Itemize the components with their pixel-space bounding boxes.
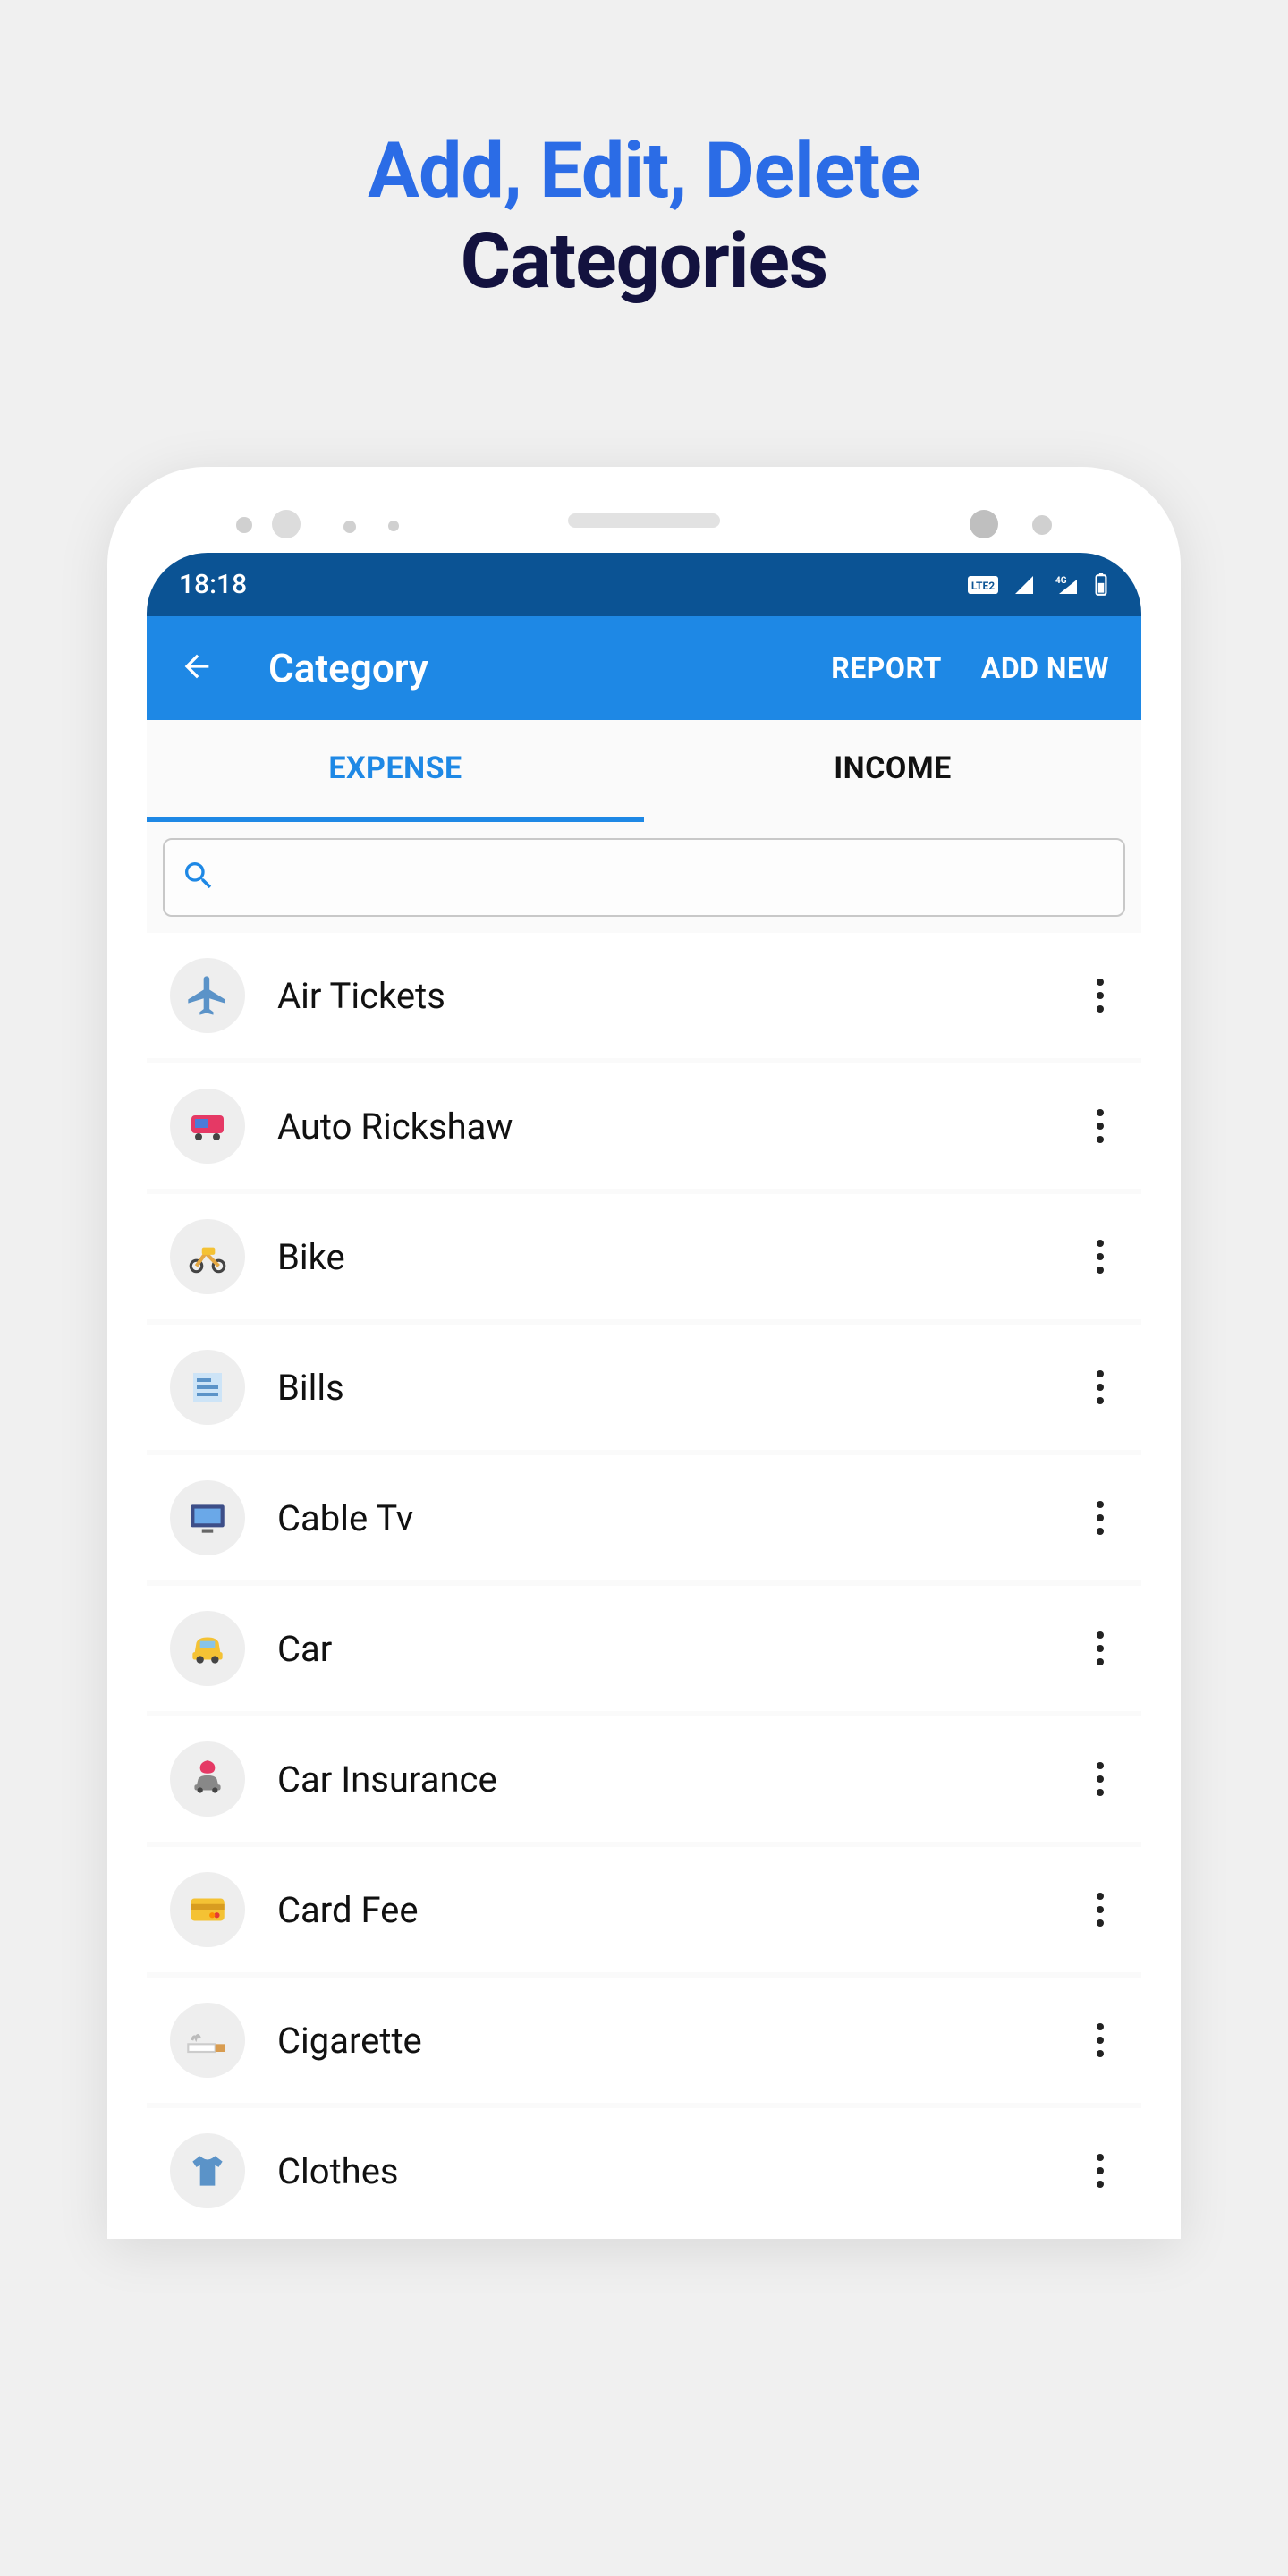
car-insurance-icon — [170, 1741, 245, 1817]
category-label: Car — [277, 1628, 1082, 1670]
battery-icon — [1093, 573, 1109, 597]
category-label: Auto Rickshaw — [277, 1106, 1082, 1148]
promo-line2: Categories — [368, 216, 920, 306]
search-box[interactable] — [163, 838, 1125, 917]
add-new-button[interactable]: ADD NEW — [981, 651, 1109, 685]
more-options-icon[interactable] — [1082, 2014, 1118, 2066]
more-options-icon[interactable] — [1082, 1753, 1118, 1805]
list-item[interactable]: Clothes — [147, 2108, 1141, 2233]
search-container — [147, 822, 1141, 933]
category-label: Bike — [277, 1236, 1082, 1278]
category-list: Air Tickets Auto Rickshaw Bike Bills Cable T… — [147, 933, 1141, 2233]
list-item[interactable]: Air Tickets — [147, 933, 1141, 1058]
search-icon — [181, 858, 216, 897]
camera-dot — [272, 510, 301, 538]
cigarette-icon — [170, 2003, 245, 2078]
report-button[interactable]: REPORT — [831, 651, 942, 685]
status-bar: 18:18 LTE2 4G — [147, 553, 1141, 616]
card-icon — [170, 1872, 245, 1947]
more-options-icon[interactable] — [1082, 2145, 1118, 2197]
camera-dot — [970, 510, 998, 538]
bills-icon — [170, 1350, 245, 1425]
category-label: Bills — [277, 1367, 1082, 1409]
more-options-icon[interactable] — [1082, 970, 1118, 1021]
list-item[interactable]: Cigarette — [147, 1978, 1141, 2103]
list-item[interactable]: Cable Tv — [147, 1455, 1141, 1580]
sensor-dot — [1032, 515, 1052, 535]
car-icon — [170, 1611, 245, 1686]
more-options-icon[interactable] — [1082, 1623, 1118, 1674]
tv-icon — [170, 1480, 245, 1555]
category-label: Air Tickets — [277, 975, 1082, 1017]
speaker-grill — [568, 513, 720, 528]
promo-line1: Add, Edit, Delete — [368, 125, 920, 216]
list-item[interactable]: Bills — [147, 1325, 1141, 1450]
volte-icon: LTE2 — [968, 574, 998, 596]
list-item[interactable]: Card Fee — [147, 1847, 1141, 1972]
svg-text:LTE2: LTE2 — [971, 580, 995, 592]
clothes-icon — [170, 2133, 245, 2208]
category-label: Card Fee — [277, 1889, 1082, 1931]
rickshaw-icon — [170, 1089, 245, 1164]
more-options-icon[interactable] — [1082, 1492, 1118, 1544]
sensor-dot — [236, 517, 252, 533]
list-item[interactable]: Auto Rickshaw — [147, 1063, 1141, 1189]
app-bar: Category REPORT ADD NEW — [147, 616, 1141, 720]
sensor-dot — [388, 521, 399, 531]
search-input[interactable] — [231, 860, 1107, 895]
list-item[interactable]: Car — [147, 1586, 1141, 1711]
sensor-dot — [343, 521, 356, 533]
tab-expense[interactable]: EXPENSE — [147, 720, 644, 822]
phone-screen: 18:18 LTE2 4G Category — [147, 553, 1141, 2239]
category-label: Cable Tv — [277, 1497, 1082, 1539]
tab-income[interactable]: INCOME — [644, 720, 1141, 822]
status-time: 18:18 — [179, 569, 247, 600]
more-options-icon[interactable] — [1082, 1231, 1118, 1283]
phone-hardware-top — [147, 506, 1141, 553]
page-title: Category — [268, 645, 831, 691]
list-item[interactable]: Bike — [147, 1194, 1141, 1319]
category-label: Clothes — [277, 2150, 1082, 2192]
svg-text:4G: 4G — [1055, 576, 1067, 586]
airplane-icon — [170, 958, 245, 1033]
signal-icon — [1013, 574, 1036, 596]
tab-bar: EXPENSE INCOME — [147, 720, 1141, 822]
more-options-icon[interactable] — [1082, 1100, 1118, 1152]
more-options-icon[interactable] — [1082, 1361, 1118, 1413]
bike-icon — [170, 1219, 245, 1294]
signal-4g-icon: 4G — [1050, 574, 1079, 596]
category-label: Car Insurance — [277, 1758, 1082, 1801]
list-item[interactable]: Car Insurance — [147, 1716, 1141, 1842]
back-arrow-icon[interactable] — [179, 648, 215, 688]
more-options-icon[interactable] — [1082, 1884, 1118, 1936]
category-label: Cigarette — [277, 2020, 1082, 2062]
phone-frame: 18:18 LTE2 4G Category — [107, 467, 1181, 2239]
